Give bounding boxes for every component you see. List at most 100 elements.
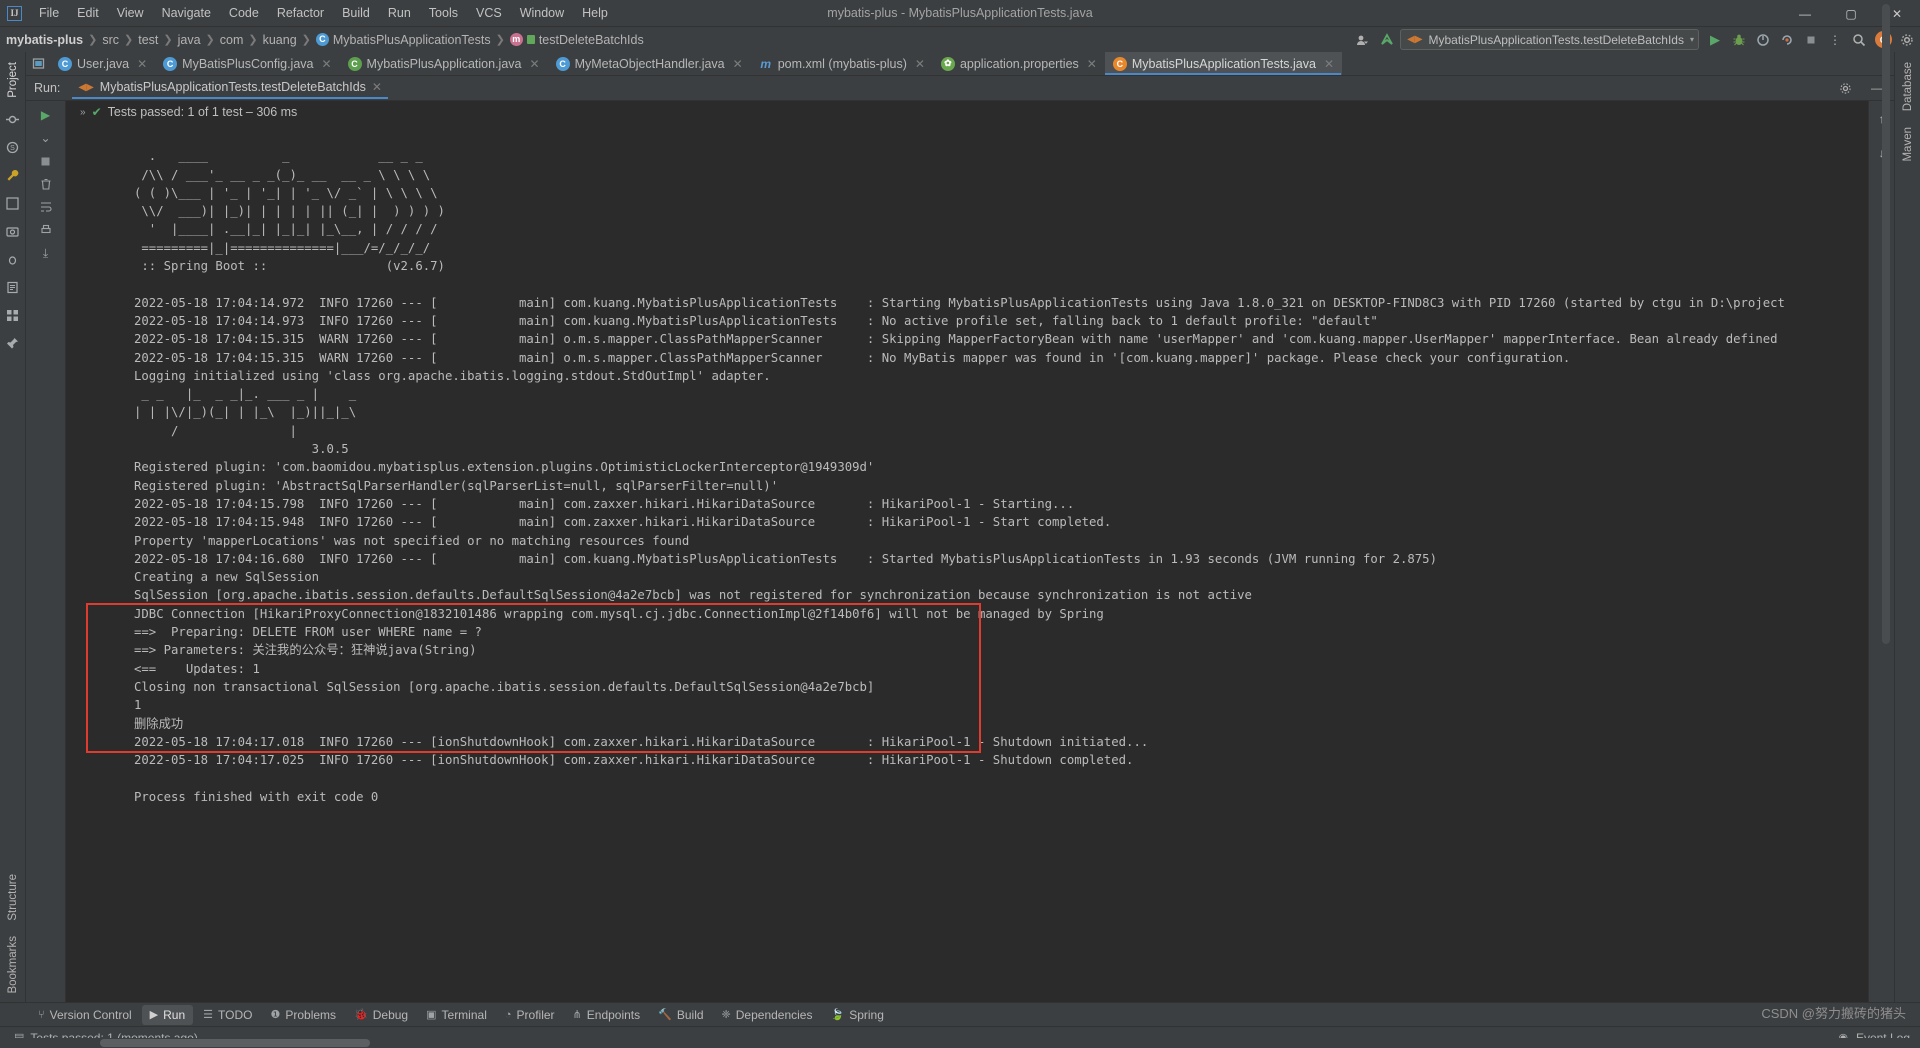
scroll-to-end-icon[interactable]: ⤓ <box>35 243 57 263</box>
run-config-icon: ◀▶ <box>78 81 94 93</box>
close-icon[interactable]: ✕ <box>530 57 540 71</box>
tool-button-run[interactable]: ▶ Run <box>141 1004 194 1025</box>
tool-button-build[interactable]: 🔨 Build <box>650 1005 711 1025</box>
trash-icon[interactable] <box>35 174 57 194</box>
close-icon[interactable]: ✕ <box>915 57 925 71</box>
stop-icon[interactable] <box>35 151 57 171</box>
close-button[interactable]: ✕ <box>1874 0 1920 27</box>
run-button[interactable]: ▶ <box>1704 29 1726 50</box>
vertical-scrollbar[interactable] <box>1882 4 1890 644</box>
breadcrumb-item-java[interactable]: java <box>178 33 201 47</box>
tab-mybatisplusapplicationtests-java[interactable]: C MybatisPlusApplicationTests.java ✕ <box>1104 52 1343 75</box>
grid-icon[interactable] <box>2 305 24 327</box>
sidebar-item-structure[interactable]: Structure <box>5 866 21 929</box>
console-line: 2022-05-18 17:04:15.315 WARN 17260 --- [… <box>134 332 1778 347</box>
tab-user-java[interactable]: C User.java ✕ <box>50 52 155 75</box>
close-icon[interactable]: ✕ <box>1087 57 1097 71</box>
minimize-button[interactable]: — <box>1782 0 1828 27</box>
tool-button-profiler[interactable]: ◔ Profiler <box>497 1005 563 1025</box>
close-icon[interactable]: ✕ <box>137 57 147 71</box>
breadcrumb-project[interactable]: mybatis-plus <box>6 33 83 47</box>
tab-application-properties[interactable]: ✿ application.properties ✕ <box>933 52 1105 75</box>
notes-icon[interactable] <box>2 277 24 299</box>
maximize-button[interactable]: ▢ <box>1828 0 1874 27</box>
menu-help[interactable]: Help <box>573 3 617 23</box>
menu-file[interactable]: File <box>30 3 68 23</box>
wrap-text-icon[interactable] <box>35 197 57 217</box>
settings-button[interactable] <box>1834 78 1856 99</box>
breadcrumb-item-test[interactable]: test <box>138 33 158 47</box>
breadcrumb-class[interactable]: MybatisPlusApplicationTests <box>333 33 491 47</box>
menu-build[interactable]: Build <box>333 3 379 23</box>
menu-view[interactable]: View <box>108 3 153 23</box>
tab-pom-xml[interactable]: m pom.xml (mybatis-plus) ✕ <box>751 52 933 75</box>
more-actions-button[interactable]: ⋮ <box>1824 29 1846 50</box>
tool-button-label: Dependencies <box>735 1007 813 1022</box>
menu-edit[interactable]: Edit <box>68 3 108 23</box>
menu-refactor[interactable]: Refactor <box>268 3 333 23</box>
tool-button-problems[interactable]: ❶ Problems <box>262 1005 344 1025</box>
tool-button-dependencies[interactable]: ❈ Dependencies <box>714 1005 821 1025</box>
bug-icon: 🐞 <box>354 1009 368 1021</box>
tab-mybatisplusapplication-java[interactable]: C MybatisPlusApplication.java ✕ <box>340 52 548 75</box>
breadcrumb-separator-icon: ❯ <box>495 34 505 46</box>
tab-label: application.properties <box>959 56 1079 71</box>
pin-icon[interactable] <box>2 333 24 355</box>
tool-button-version-control[interactable]: ⑂ Version Control <box>30 1005 140 1025</box>
close-icon[interactable]: ✕ <box>372 80 382 94</box>
class-icon: C <box>58 56 72 71</box>
search-everywhere-button[interactable] <box>1848 29 1870 50</box>
tab-mybatisplusconfig-java[interactable]: C MyBatisPlusConfig.java ✕ <box>155 52 339 75</box>
scrollbar-thumb[interactable] <box>100 1039 370 1047</box>
commit-icon[interactable] <box>2 109 24 131</box>
sidebar-item-project[interactable]: Project <box>5 54 21 106</box>
structure-panel-icon[interactable] <box>2 193 24 215</box>
console-line: 2022-05-18 17:04:15.315 WARN 17260 --- [… <box>134 350 1571 365</box>
menu-vcs[interactable]: VCS <box>467 3 511 23</box>
close-icon[interactable]: ✕ <box>733 57 743 71</box>
tool-button-todo[interactable]: ☰ TODO <box>195 1005 260 1025</box>
stop-button[interactable] <box>1800 29 1822 50</box>
breadcrumb-item-src[interactable]: src <box>102 33 119 47</box>
run-session-tab[interactable]: ◀▶ MybatisPlusApplicationTests.testDelet… <box>72 77 388 99</box>
bug-tool-icon[interactable] <box>2 249 24 271</box>
breadcrumb-item-kuang[interactable]: kuang <box>263 33 297 47</box>
run-configuration-selector[interactable]: ◀▶ MybatisPlusApplicationTests.testDelet… <box>1400 29 1699 50</box>
sidebar-item-maven[interactable]: Maven <box>1900 119 1916 170</box>
console-output[interactable]: . ____ _ __ _ _ /\\ / ___'_ __ _ _(_)_ _… <box>66 123 1868 1002</box>
update-project-button[interactable] <box>1376 29 1398 50</box>
sidebar-item-database[interactable]: Database <box>1900 54 1916 119</box>
breadcrumb-method[interactable]: testDeleteBatchIds <box>539 33 644 47</box>
settings-button[interactable] <box>1896 29 1918 50</box>
tab-list-button[interactable] <box>26 52 50 75</box>
collapse-icon[interactable]: » <box>80 107 86 118</box>
screenshot-icon[interactable] <box>2 221 24 243</box>
print-icon[interactable] <box>35 220 57 240</box>
user-accounts-button[interactable] <box>1352 29 1374 50</box>
menu-navigate[interactable]: Navigate <box>153 3 220 23</box>
sidebar-item-bookmarks[interactable]: Bookmarks <box>5 928 21 1002</box>
tool-button-debug[interactable]: 🐞 Debug <box>346 1005 416 1025</box>
rerun-icon[interactable]: ▶ <box>35 105 57 125</box>
breadcrumb-separator-icon: ❯ <box>124 34 134 46</box>
horizontal-scrollbar[interactable] <box>0 1038 1920 1048</box>
menu-run[interactable]: Run <box>379 3 420 23</box>
wrench-icon[interactable] <box>2 165 24 187</box>
tool-button-terminal[interactable]: ▣ Terminal <box>418 1005 495 1025</box>
tab-mymetaobjecthandler-java[interactable]: C MyMetaObjectHandler.java ✕ <box>548 52 751 75</box>
close-icon[interactable]: ✕ <box>321 57 331 71</box>
menu-window[interactable]: Window <box>511 3 573 23</box>
debug-button[interactable] <box>1728 29 1750 50</box>
profile-button[interactable] <box>1752 29 1774 50</box>
bean-validation-icon[interactable]: S <box>2 137 24 159</box>
close-icon[interactable]: ✕ <box>1324 57 1334 71</box>
menu-code[interactable]: Code <box>220 3 268 23</box>
chevron-down-icon[interactable]: ⌄ <box>35 128 57 148</box>
tool-button-endpoints[interactable]: ⋔ Endpoints <box>565 1005 649 1025</box>
tab-label: MybatisPlusApplication.java <box>366 56 522 71</box>
tool-button-spring[interactable]: 🍃 Spring <box>822 1005 891 1025</box>
run-with-coverage-button[interactable] <box>1776 29 1798 50</box>
breadcrumb-item-com[interactable]: com <box>220 33 244 47</box>
menu-tools[interactable]: Tools <box>420 3 467 23</box>
